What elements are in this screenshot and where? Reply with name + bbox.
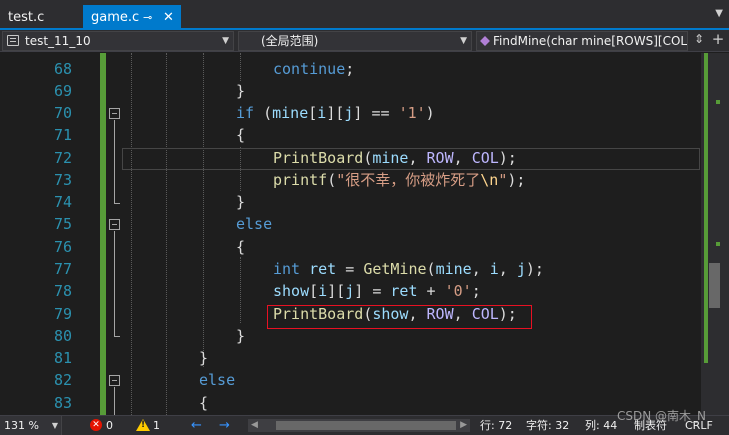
code-text: int ret = GetMine(mine, i, j); — [273, 260, 544, 278]
line-number: 70 — [53, 104, 72, 122]
code-text: PrintBoard(show, ROW, COL); — [273, 305, 517, 323]
line-number: 83 — [53, 394, 72, 412]
code-text: { — [236, 238, 246, 256]
code-line-78: 78 show[i][j] = ret + '0'; — [0, 280, 700, 302]
code-text: PrintBoard(mine, ROW, COL); — [273, 149, 517, 167]
char-position[interactable]: 字符: 32 — [526, 416, 569, 435]
tab-game-c[interactable]: game.c ⊸ ✕ — [83, 5, 181, 30]
line-number: 80 — [53, 327, 72, 345]
line-number: 74 — [53, 193, 72, 211]
line-number: 81 — [53, 349, 72, 367]
line-number: 82 — [53, 371, 72, 389]
code-line-75: 75 else — [0, 213, 700, 235]
back-arrow-icon[interactable]: ← — [191, 416, 202, 435]
project-name: test_11_10 — [25, 34, 91, 48]
code-line-82: 82 else — [0, 369, 700, 391]
code-text: } — [199, 349, 209, 367]
zoom-level: 131 % — [4, 419, 39, 432]
scroll-marker — [716, 100, 720, 104]
line-number: 76 — [53, 238, 72, 256]
code-line-77: 77 int ret = GetMine(mine, i, j); — [0, 258, 700, 280]
code-text: } — [236, 82, 246, 100]
code-text: else — [199, 371, 236, 389]
code-text: } — [236, 327, 246, 345]
line-number: 77 — [53, 260, 72, 278]
scroll-right-icon[interactable]: ▶ — [460, 420, 467, 430]
line-position[interactable]: 行: 72 — [480, 416, 512, 435]
code-line-68: 68 continue; — [0, 58, 700, 80]
code-line-71: 71 { — [0, 124, 700, 146]
chevron-down-icon: ▼ — [51, 421, 58, 430]
function-icon — [480, 36, 490, 46]
code-line-69: 69 } — [0, 80, 700, 102]
close-icon[interactable]: ✕ — [163, 5, 174, 30]
line-number: 72 — [53, 149, 72, 167]
code-text: if (mine[i][j] == '1') — [236, 104, 435, 122]
line-number: 79 — [53, 305, 72, 323]
code-line-79: 79 PrintBoard(show, ROW, COL); — [0, 303, 700, 325]
scope-dropdown[interactable]: (全局范围) ▼ — [238, 31, 472, 51]
code-text: { — [236, 126, 246, 144]
add-icon[interactable]: + — [708, 30, 728, 48]
pin-icon[interactable]: ⊸ — [143, 5, 152, 30]
line-number: 75 — [53, 215, 72, 233]
code-line-76: 76 { — [0, 236, 700, 258]
project-dropdown[interactable]: test_11_10 ▼ — [2, 31, 234, 51]
code-line-70: 70 if (mine[i][j] == '1') — [0, 102, 700, 124]
code-line-80: 80 } — [0, 325, 700, 347]
tab-label: game.c — [91, 10, 140, 25]
code-line-74: 74 } — [0, 191, 700, 213]
watermark: CSDN @南木_N — [617, 409, 707, 423]
code-text: { — [199, 394, 209, 412]
code-text: } — [236, 193, 246, 211]
tab-label: test.c — [8, 10, 45, 25]
code-text: printf("很不幸，你被炸死了\n"); — [273, 171, 526, 189]
horizontal-scroll-thumb[interactable] — [276, 421, 456, 430]
line-number: 73 — [53, 171, 72, 189]
forward-arrow-icon[interactable]: → — [219, 416, 230, 435]
code-line-81: 81 } — [0, 347, 700, 369]
scope-name: (全局范围) — [261, 34, 319, 48]
chevron-down-icon[interactable]: ▼ — [715, 8, 723, 19]
code-line-72: 72 PrintBoard(mine, ROW, COL); — [0, 147, 700, 169]
function-name: FindMine(char mine[ROWS][COLS — [493, 34, 688, 48]
tab-test-c[interactable]: test.c — [0, 5, 78, 30]
warning-icon-mark: ! — [141, 420, 146, 430]
code-line-83: 83 { — [0, 392, 700, 414]
line-number: 71 — [53, 126, 72, 144]
scroll-left-icon[interactable]: ◀ — [251, 420, 258, 430]
column-position[interactable]: 列: 44 — [585, 416, 617, 435]
project-icon — [7, 35, 19, 46]
code-line-73: 73 printf("很不幸，你被炸死了\n"); — [0, 169, 700, 191]
code-editor[interactable]: 68 continue; 69 } 70 if (mine[i][j] == '… — [0, 53, 729, 415]
error-icon[interactable]: ✕ — [90, 419, 102, 431]
error-count: 0 — [106, 419, 113, 432]
zoom-dropdown[interactable]: 131 % ▼ — [0, 416, 62, 435]
code-text: else — [236, 215, 273, 233]
split-icon[interactable]: ⇕ — [690, 32, 708, 46]
line-number: 78 — [53, 282, 72, 300]
warning-count: 1 — [153, 419, 160, 432]
tab-bar: test.c game.c ⊸ ✕ ▼ — [0, 0, 729, 30]
scrollbar-thumb[interactable] — [709, 263, 720, 308]
code-text: continue; — [273, 60, 355, 78]
code-text: show[i][j] = ret + '0'; — [273, 282, 481, 300]
function-dropdown[interactable]: FindMine(char mine[ROWS][COLS — [476, 31, 688, 51]
scroll-marker — [716, 242, 720, 246]
chevron-down-icon: ▼ — [460, 36, 467, 46]
line-number: 69 — [53, 82, 72, 100]
line-number: 68 — [53, 60, 72, 78]
scroll-change-overview — [704, 53, 708, 363]
navigation-bar: test_11_10 ▼ (全局范围) ▼ FindMine(char mine… — [0, 30, 729, 52]
chevron-down-icon: ▼ — [222, 36, 229, 46]
